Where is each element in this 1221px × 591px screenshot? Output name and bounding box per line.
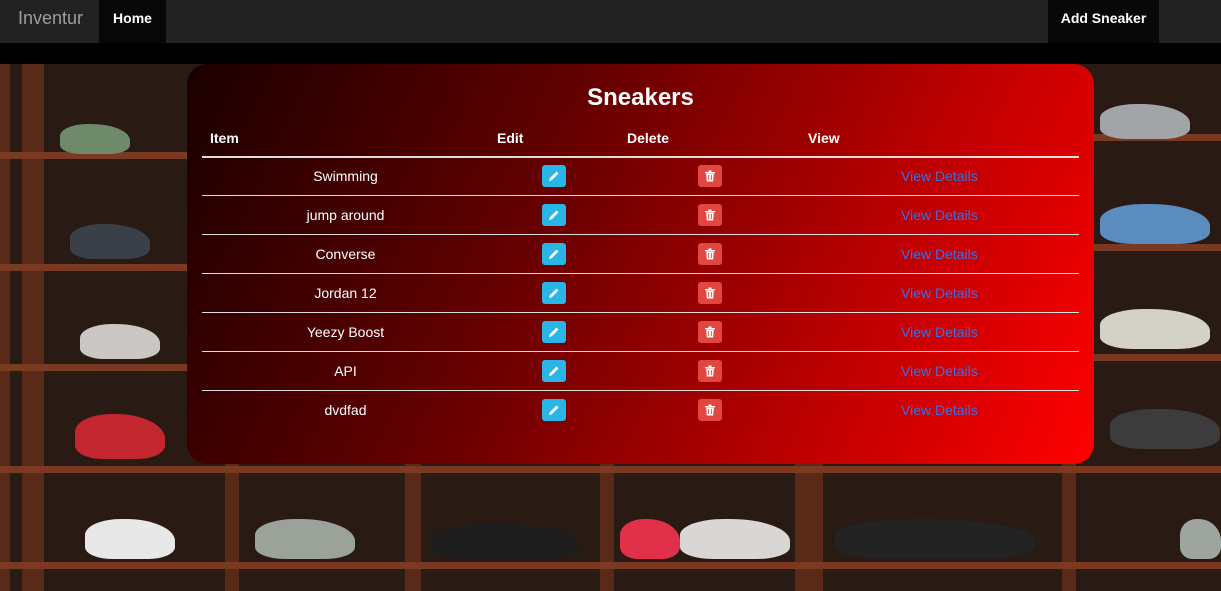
pencil-icon: [549, 327, 559, 337]
item-name: API: [334, 363, 357, 379]
item-name: jump around: [306, 207, 385, 223]
view-details-link[interactable]: View Details: [901, 313, 978, 351]
delete-button[interactable]: [698, 243, 722, 265]
trash-icon: [705, 404, 715, 416]
pencil-icon: [549, 405, 559, 415]
navbar-spacer: [0, 43, 1221, 64]
pencil-icon: [549, 249, 559, 259]
delete-button[interactable]: [698, 204, 722, 226]
pencil-icon: [549, 210, 559, 220]
edit-button[interactable]: [542, 165, 566, 187]
pencil-icon: [549, 288, 559, 298]
edit-button[interactable]: [542, 243, 566, 265]
pencil-icon: [549, 171, 559, 181]
view-details-link[interactable]: View Details: [901, 391, 978, 429]
table-row: Jordan 12 View Details: [202, 274, 1079, 313]
edit-button[interactable]: [542, 360, 566, 382]
item-name: Converse: [315, 246, 376, 262]
view-details-link[interactable]: View Details: [901, 235, 978, 273]
table-row: jump around View Details: [202, 196, 1079, 235]
view-details-link[interactable]: View Details: [901, 274, 978, 312]
view-details-link[interactable]: View Details: [901, 196, 978, 234]
table-row: Converse View Details: [202, 235, 1079, 274]
delete-button[interactable]: [698, 165, 722, 187]
delete-button[interactable]: [698, 360, 722, 382]
column-header-delete: Delete: [627, 130, 670, 146]
table-row: dvdfad View Details: [202, 391, 1079, 430]
trash-icon: [705, 209, 715, 221]
item-name: Yeezy Boost: [306, 324, 385, 340]
column-header-item: Item: [210, 130, 239, 146]
trash-icon: [705, 170, 715, 182]
column-header-view: View: [808, 130, 840, 146]
delete-button[interactable]: [698, 321, 722, 343]
nav-home-link[interactable]: Home: [99, 0, 166, 43]
edit-button[interactable]: [542, 399, 566, 421]
delete-button[interactable]: [698, 282, 722, 304]
trash-icon: [705, 365, 715, 377]
edit-button[interactable]: [542, 321, 566, 343]
pencil-icon: [549, 366, 559, 376]
column-header-edit: Edit: [497, 130, 524, 146]
table-row: Swimming View Details: [202, 157, 1079, 196]
table-row: Yeezy Boost View Details: [202, 313, 1079, 352]
edit-button[interactable]: [542, 204, 566, 226]
brand-logo[interactable]: Inventur: [18, 0, 83, 43]
navbar: Inventur Home Add Sneaker: [0, 0, 1221, 43]
page-title: Sneakers: [587, 84, 694, 111]
trash-icon: [705, 326, 715, 338]
view-details-link[interactable]: View Details: [901, 352, 978, 390]
sneakers-card: Sneakers Item Edit Delete View Swimming …: [187, 64, 1094, 464]
item-name: dvdfad: [324, 402, 367, 418]
delete-button[interactable]: [698, 399, 722, 421]
trash-icon: [705, 287, 715, 299]
edit-button[interactable]: [542, 282, 566, 304]
item-name: Swimming: [313, 168, 378, 184]
item-name: Jordan 12: [314, 285, 377, 301]
view-details-link[interactable]: View Details: [901, 157, 978, 195]
table-row: API View Details: [202, 352, 1079, 391]
trash-icon: [705, 248, 715, 260]
nav-add-sneaker-link[interactable]: Add Sneaker: [1048, 0, 1159, 43]
